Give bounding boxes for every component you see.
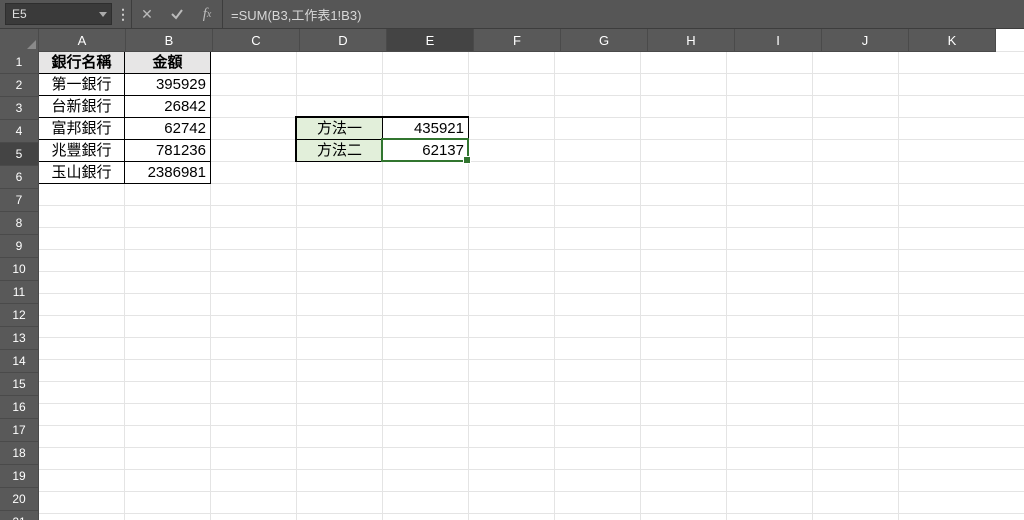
bank-name-cell[interactable]: 富邦銀行 [39,118,125,140]
column-header-A[interactable]: A [39,29,126,52]
row-header-18[interactable]: 18 [0,442,39,465]
column-header-E[interactable]: E [387,29,474,52]
row-header-19[interactable]: 19 [0,465,39,488]
row-header-3[interactable]: 3 [0,97,39,120]
bank-amount-cell[interactable]: 62742 [125,118,211,140]
name-box-value: E5 [12,7,27,21]
row-header-13[interactable]: 13 [0,327,39,350]
name-box[interactable]: E5 [5,3,112,25]
row-header-20[interactable]: 20 [0,488,39,511]
column-header-F[interactable]: F [474,29,561,52]
bank-amount-cell[interactable]: 26842 [125,96,211,118]
row-header-14[interactable]: 14 [0,350,39,373]
column-header-B[interactable]: B [126,29,213,52]
method-table: 方法一435921方法二62137 [295,116,469,162]
formula-buttons: ✕ fx [131,0,222,28]
formula-bar: E5 ⋮ ✕ fx =SUM(B3,工作表1!B3) [0,0,1024,29]
row-header-11[interactable]: 11 [0,281,39,304]
bank-amount-cell[interactable]: 395929 [125,74,211,96]
spreadsheet: ABCDEFGHIJK 1234567891011121314151617181… [0,29,1024,520]
select-all-button[interactable] [0,29,39,52]
cancel-icon[interactable]: ✕ [132,0,162,28]
bank-table-header-name[interactable]: 銀行名稱 [39,52,125,74]
column-header-J[interactable]: J [822,29,909,52]
bank-amount-cell[interactable]: 781236 [125,140,211,162]
bank-name-cell[interactable]: 台新銀行 [39,96,125,118]
row-header-21[interactable]: 21 [0,511,39,520]
row-headers: 123456789101112131415161718192021 [0,51,38,520]
formula-text: =SUM(B3,工作表1!B3) [231,5,361,24]
bank-table-header-amount[interactable]: 金額 [125,52,211,74]
row-header-7[interactable]: 7 [0,189,39,212]
row-header-16[interactable]: 16 [0,396,39,419]
chevron-down-icon[interactable] [99,12,107,17]
column-headers: ABCDEFGHIJK [0,29,996,51]
bank-name-cell[interactable]: 第一銀行 [39,74,125,96]
bank-name-cell[interactable]: 玉山銀行 [39,162,125,184]
row-header-15[interactable]: 15 [0,373,39,396]
row-header-17[interactable]: 17 [0,419,39,442]
column-header-K[interactable]: K [909,29,996,52]
row-header-8[interactable]: 8 [0,212,39,235]
method-label-cell[interactable]: 方法二 [297,140,383,162]
row-header-10[interactable]: 10 [0,258,39,281]
row-header-6[interactable]: 6 [0,166,39,189]
name-box-wrap: E5 [0,0,115,28]
row-header-5[interactable]: 5 [0,143,39,166]
row-header-1[interactable]: 1 [0,51,39,74]
method-value-cell[interactable]: 435921 [383,118,469,140]
column-header-C[interactable]: C [213,29,300,52]
column-header-I[interactable]: I [735,29,822,52]
cell-grid[interactable]: 銀行名稱金額第一銀行395929台新銀行26842富邦銀行62742兆豐銀行78… [38,51,1024,520]
bank-name-cell[interactable]: 兆豐銀行 [39,140,125,162]
column-header-G[interactable]: G [561,29,648,52]
row-header-9[interactable]: 9 [0,235,39,258]
bank-table: 銀行名稱金額第一銀行395929台新銀行26842富邦銀行62742兆豐銀行78… [37,50,211,184]
fx-icon[interactable]: fx [192,0,222,28]
column-header-H[interactable]: H [648,29,735,52]
bank-amount-cell[interactable]: 2386981 [125,162,211,184]
method-value-cell[interactable]: 62137 [383,140,469,162]
column-header-D[interactable]: D [300,29,387,52]
method-label-cell[interactable]: 方法一 [297,118,383,140]
row-header-12[interactable]: 12 [0,304,39,327]
row-header-4[interactable]: 4 [0,120,39,143]
enter-icon[interactable] [162,0,192,28]
row-header-2[interactable]: 2 [0,74,39,97]
formula-input[interactable]: =SUM(B3,工作表1!B3) [222,0,1024,28]
separator-icon: ⋮ [115,0,131,28]
